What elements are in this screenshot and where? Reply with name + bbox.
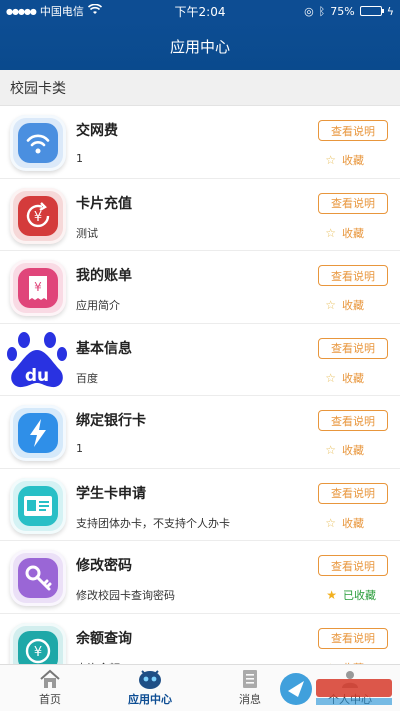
favorite-label: 收藏 (342, 371, 364, 385)
battery-percent: 75% (330, 4, 355, 18)
item-title: 余额查询 (76, 630, 132, 647)
favorite-button[interactable]: ☆ 收藏 (325, 442, 364, 458)
status-right: ◎ ᛒ 75% ϟ (304, 5, 394, 18)
star-icon: ☆ (325, 515, 336, 530)
item-title: 修改密码 (76, 558, 132, 574)
favorite-label: 收藏 (342, 226, 364, 240)
svg-text:du: du (25, 366, 49, 386)
item-description: 支持团体办卡，不支持个人办卡 (76, 516, 230, 530)
yuan-refresh-icon: ¥ (10, 187, 66, 244)
item-title: 基本信息 (76, 340, 132, 357)
star-icon: ☆ (325, 153, 336, 167)
item-description: 测试 (76, 226, 98, 240)
carrier-label: 中国电信 (39, 5, 84, 18)
item-title: 交网费 (76, 123, 118, 139)
tab-label: 应用中心 (128, 693, 172, 706)
view-instructions-button[interactable]: 查看说明 (318, 555, 388, 576)
nav-bar: 应用中心 (0, 22, 400, 70)
list-item[interactable]: 交网费 1 查看说明 ☆ 收藏 (0, 106, 400, 179)
svg-text:¥: ¥ (34, 645, 42, 660)
key-icon (10, 550, 66, 606)
charging-icon: ϟ (386, 4, 394, 18)
lightning-icon (10, 405, 66, 461)
view-instructions-button[interactable]: 查看说明 (318, 482, 388, 504)
view-instructions-button[interactable]: 查看说明 (318, 337, 388, 359)
tab-bar: 首页 应用中心 消息 个人中心 (0, 664, 400, 711)
list-item[interactable]: 绑定银行卡 1 查看说明 ☆ 收藏 (0, 396, 400, 469)
person-icon (340, 669, 360, 689)
message-icon (241, 669, 259, 689)
wifi-icon (10, 115, 66, 171)
orientation-lock-icon: ◎ (304, 4, 314, 18)
view-instructions-button[interactable]: 查看说明 (318, 627, 388, 649)
robot-icon (137, 669, 163, 689)
favorite-label: 收藏 (342, 154, 364, 167)
tab-robot[interactable]: 应用中心 (100, 665, 200, 711)
battery-icon (359, 6, 384, 16)
favorite-button[interactable]: ☆ 收藏 (325, 225, 364, 241)
star-icon: ☆ (325, 225, 336, 240)
signal-icon: ●●●●● (6, 6, 37, 16)
favorite-label: 收藏 (342, 299, 364, 312)
favorite-label: 收藏 (342, 444, 364, 457)
tab-message[interactable]: 消息 (200, 665, 300, 711)
view-instructions-button[interactable]: 查看说明 (318, 192, 388, 214)
section-header: 校园卡类 (0, 70, 400, 106)
favorite-button[interactable]: ☆ 收藏 (325, 152, 364, 168)
id-card-icon (10, 477, 66, 534)
list-item[interactable]: ¥ 卡片充值测试 查看说明 ☆ 收藏 (0, 178, 400, 251)
view-instructions-button[interactable]: 查看说明 (318, 265, 388, 286)
item-title: 学生卡申请 (76, 485, 146, 502)
star-icon: ★ (326, 588, 337, 602)
item-title: 卡片充值 (76, 195, 132, 212)
item-description: 修改校园卡查询密码 (76, 589, 175, 602)
star-icon: ☆ (325, 443, 336, 457)
tab-home[interactable]: 首页 (0, 665, 100, 711)
favorite-label: 收藏 (342, 516, 364, 530)
list-item[interactable]: ¥余额查询查询余额查看说明☆收藏 (0, 613, 400, 664)
item-description: 百度 (76, 371, 98, 385)
home-icon (39, 669, 61, 689)
star-icon: ☆ (325, 370, 336, 385)
yuan-coin-icon: ¥ (10, 622, 66, 664)
favorite-button[interactable]: ☆ 收藏 (325, 515, 364, 531)
app-list[interactable]: 交网费 1 查看说明 ☆ 收藏 ¥ 卡片充值 测试 查看说明 ☆ 收藏 ¥ 我的账单 应用简介 查看说明 ☆ 收… (0, 106, 400, 664)
favorite-button[interactable]: ☆ 收藏 (325, 297, 364, 313)
item-title: 我的账单 (76, 268, 132, 284)
svg-text:¥: ¥ (34, 280, 42, 294)
tab-person[interactable]: 个人中心 (300, 665, 400, 711)
list-item[interactable]: 修改密码修改校园卡查询密码 查看说明 ★ 已收藏 (0, 541, 400, 614)
receipt-icon: ¥ (10, 260, 66, 316)
item-description: 1 (76, 152, 83, 165)
star-icon: ☆ (325, 298, 336, 312)
item-description: 应用简介 (76, 299, 120, 312)
item-title: 绑定银行卡 (76, 413, 146, 429)
bluetooth-icon: ᛒ (318, 4, 326, 18)
svg-text:¥: ¥ (34, 210, 42, 225)
status-left: ●●●●● 中国电信 (6, 3, 304, 19)
baidu-logo-icon: du (6, 330, 68, 390)
tab-label: 消息 (239, 693, 261, 706)
tab-label: 个人中心 (328, 693, 372, 706)
status-bar: ●●●●● 中国电信 下午2:04 ◎ ᛒ 75% ϟ (0, 0, 400, 22)
view-instructions-button[interactable]: 查看说明 (318, 120, 388, 141)
favorite-button[interactable]: ☆ 收藏 (325, 370, 364, 386)
list-item[interactable]: du 基本信息百度 查看说明 ☆ 收藏 (0, 323, 400, 396)
list-item[interactable]: 学生卡申请支持团体办卡，不支持个人办卡 查看说明 ☆ 收藏 (0, 468, 400, 541)
page-title: 应用中心 (169, 37, 230, 56)
item-description: 1 (76, 442, 83, 455)
section-title: 校园卡类 (10, 80, 66, 97)
wifi-status-icon (87, 3, 102, 18)
favorite-label: 已收藏 (343, 589, 376, 602)
view-instructions-button[interactable]: 查看说明 (318, 410, 388, 431)
tab-label: 首页 (39, 693, 61, 706)
list-item[interactable]: ¥ 我的账单应用简介 查看说明 ☆ 收藏 (0, 251, 400, 324)
favorite-button[interactable]: ★ 已收藏 (326, 587, 376, 603)
